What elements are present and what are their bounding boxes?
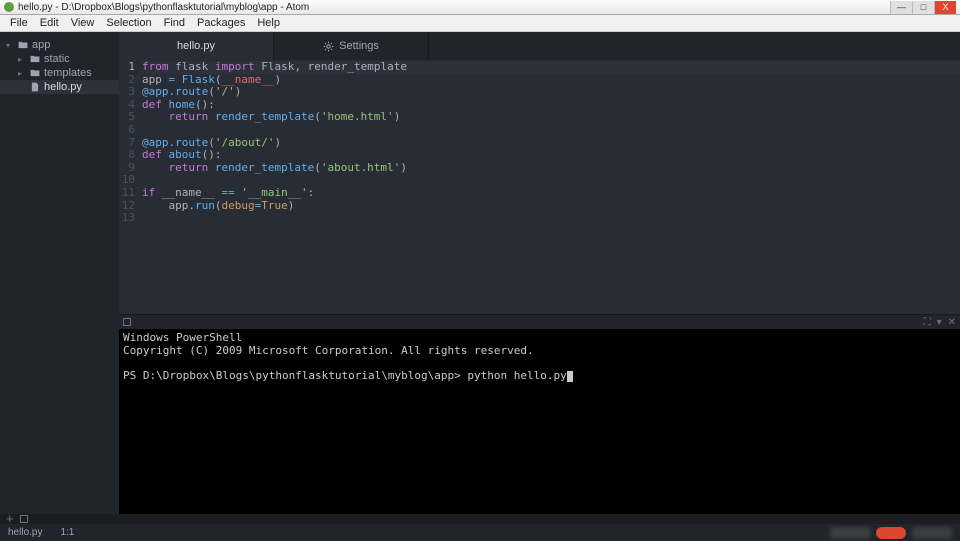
tab-hello-py[interactable]: hello.py (119, 32, 274, 60)
editor: hello.py Settings 12345678910111213 from … (119, 32, 960, 514)
gear-icon (323, 41, 334, 52)
terminal-minimize-icon[interactable]: ▾ (937, 317, 942, 328)
menu-find[interactable]: Find (158, 17, 191, 29)
status-file[interactable]: hello.py (8, 527, 42, 538)
terminal-close-icon[interactable]: ✕ (948, 317, 956, 328)
title-bar: hello.py - D:\Dropbox\Blogs\pythonflaskt… (0, 0, 960, 15)
menu-help[interactable]: Help (251, 17, 286, 29)
folder-icon (18, 40, 28, 50)
file-tree[interactable]: ▾ app ▸ static ▸ templates hello.py (0, 32, 119, 514)
window-title: hello.py - D:\Dropbox\Blogs\pythonflaskt… (18, 2, 309, 13)
folder-icon (30, 68, 40, 78)
code-area[interactable]: 12345678910111213 from flask import Flas… (119, 60, 960, 314)
chevron-right-icon: ▸ (18, 69, 26, 78)
menu-packages[interactable]: Packages (191, 17, 251, 29)
status-pill[interactable] (876, 527, 906, 539)
tab-label: Settings (339, 40, 379, 52)
tab-label: hello.py (177, 40, 215, 52)
close-button[interactable]: X (934, 1, 956, 14)
minimize-button[interactable]: — (890, 1, 912, 14)
tree-label: static (44, 53, 70, 65)
tree-root[interactable]: ▾ app (0, 38, 119, 52)
terminal-panel: ⛶ ▾ ✕ Windows PowerShell Copyright (C) 2… (119, 314, 960, 514)
terminal-expand-icon[interactable]: ⛶ (924, 317, 931, 328)
terminal-body[interactable]: Windows PowerShell Copyright (C) 2009 Mi… (119, 329, 960, 514)
status-cursor-pos[interactable]: 1:1 (60, 527, 74, 538)
terminal-command: python hello.py (467, 369, 566, 382)
tab-bar: hello.py Settings (119, 32, 960, 60)
terminal-line: Copyright (C) 2009 Microsoft Corporation… (123, 344, 534, 357)
chevron-right-icon: ▸ (18, 55, 26, 64)
tree-root-label: app (32, 39, 50, 51)
tab-settings[interactable]: Settings (274, 32, 429, 60)
tree-folder[interactable]: ▸ templates (0, 66, 119, 80)
terminal-toggle-icon[interactable] (123, 318, 131, 326)
status-blur (912, 527, 952, 539)
terminal-tab-icon[interactable] (20, 515, 28, 523)
folder-icon (30, 54, 40, 64)
menu-file[interactable]: File (4, 17, 34, 29)
terminal-tabs[interactable]: + (0, 514, 960, 524)
terminal-line: Windows PowerShell (123, 331, 242, 344)
new-terminal-button[interactable]: + (6, 514, 14, 524)
tree-file[interactable]: hello.py (0, 80, 119, 94)
maximize-button[interactable]: □ (912, 1, 934, 14)
menu-edit[interactable]: Edit (34, 17, 65, 29)
chevron-down-icon: ▾ (6, 41, 14, 50)
menu-view[interactable]: View (65, 17, 101, 29)
file-icon (30, 82, 40, 92)
menu-selection[interactable]: Selection (100, 17, 157, 29)
code-source[interactable]: from flask import Flask, render_template… (142, 61, 960, 314)
menu-bar: FileEditViewSelectionFindPackagesHelp (0, 15, 960, 32)
line-gutter: 12345678910111213 (119, 61, 142, 314)
terminal-header[interactable]: ⛶ ▾ ✕ (119, 315, 960, 329)
window-controls: — □ X (890, 1, 956, 14)
terminal-cursor (567, 371, 573, 382)
tree-label: hello.py (44, 81, 82, 93)
tree-folder[interactable]: ▸ static (0, 52, 119, 66)
status-blur (830, 527, 870, 539)
status-bar: hello.py 1:1 (0, 524, 960, 541)
terminal-prompt: PS D:\Dropbox\Blogs\pythonflasktutorial\… (123, 369, 461, 382)
tree-label: templates (44, 67, 92, 79)
app-icon (4, 2, 14, 12)
